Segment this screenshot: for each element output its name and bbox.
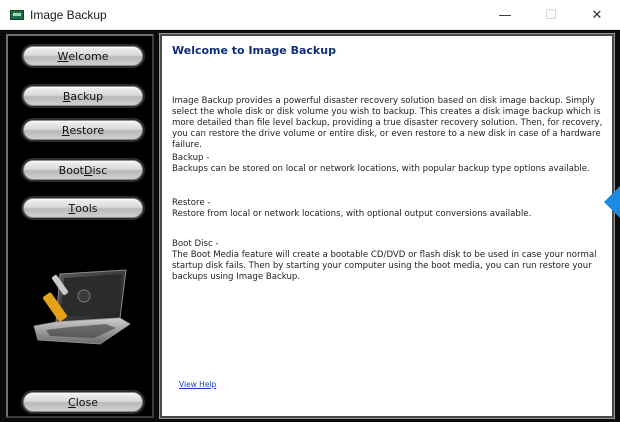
backup-button[interactable]: Backup <box>23 86 143 106</box>
close-label-post: lose <box>75 395 98 409</box>
close-button[interactable]: Close <box>23 392 143 412</box>
content-panel: Welcome to Image Backup Image Backup pro… <box>159 33 615 419</box>
backup-label-accel: B <box>62 89 71 103</box>
blue-pointer-icon <box>604 186 620 218</box>
page-title: Welcome to Image Backup <box>172 44 336 57</box>
restore-text: Restore from local or network locations,… <box>172 209 532 219</box>
backup-heading: Backup - <box>172 153 210 163</box>
close-window-button[interactable]: ✕ <box>574 0 620 30</box>
view-help-link[interactable]: View Help <box>179 380 216 389</box>
boot-disc-label-pre: Boot <box>58 163 84 177</box>
maximize-button[interactable]: ☐ <box>528 0 574 30</box>
welcome-button[interactable]: Welcome <box>23 46 143 66</box>
boot-disc-heading: Boot Disc - <box>172 239 219 249</box>
restore-button[interactable]: Restore <box>23 120 143 140</box>
window-title: Image Backup <box>30 8 107 22</box>
boot-disc-button[interactable]: Boot Disc <box>23 160 143 180</box>
backup-label-post: ackup <box>70 89 104 103</box>
backup-text: Backups can be stored on local or networ… <box>172 164 590 174</box>
welcome-label-post: elcome <box>68 49 109 63</box>
app-icon <box>10 10 24 20</box>
intro-text: Image Backup provides a powerful disaste… <box>172 96 603 150</box>
close-label-accel: C <box>68 395 76 409</box>
restore-label-post: estore <box>69 123 105 137</box>
minimize-button[interactable]: — <box>482 0 528 30</box>
sidebar: Welcome Backup Restore Boot Disc Tools C… <box>6 34 154 418</box>
boot-disc-text: The Boot Media feature will create a boo… <box>172 250 597 282</box>
boot-disc-label-post: isc <box>92 163 108 177</box>
restore-heading: Restore - <box>172 198 211 208</box>
tools-label-accel: T <box>68 201 76 215</box>
restore-label-accel: R <box>61 123 70 137</box>
tools-button[interactable]: Tools <box>23 198 143 218</box>
laptop-with-tools-icon <box>33 269 131 345</box>
welcome-label-accel: W <box>57 49 69 63</box>
boot-disc-label-accel: D <box>84 163 93 177</box>
title-bar: Image Backup — ☐ ✕ <box>0 0 620 30</box>
tools-label-post: ools <box>75 201 98 215</box>
